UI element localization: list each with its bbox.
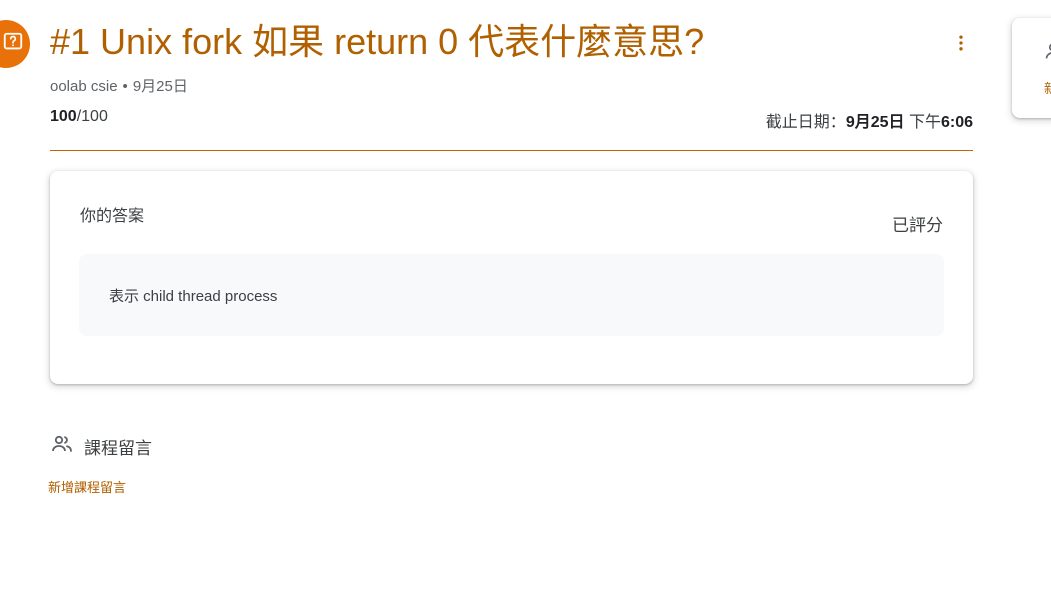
author-name: oolab csie xyxy=(50,78,118,95)
more-options-button[interactable] xyxy=(944,28,978,62)
due-label: 截止日期： xyxy=(765,114,846,131)
points-earned: 100 xyxy=(50,108,77,125)
meta-separator: • xyxy=(122,78,128,95)
more-vert-icon xyxy=(951,33,971,58)
assignment-page: #1 Unix fork 如果 return 0 代表什麼意思? oolab c… xyxy=(0,0,1051,616)
add-private-comment-link[interactable]: 新 xyxy=(1044,78,1051,97)
posted-date: 9月25日 xyxy=(132,78,188,95)
answer-text: 表示 child thread process xyxy=(109,288,278,305)
question-icon xyxy=(0,31,24,58)
due-time: 6:06 xyxy=(940,114,973,131)
question-type-avatar xyxy=(0,20,30,68)
class-comments-header: 課程留言 xyxy=(50,432,152,461)
due-date-display: 截止日期：9月25日 下午6:06 xyxy=(766,108,973,132)
header-divider xyxy=(50,150,973,151)
answer-box: 表示 child thread process xyxy=(79,254,944,336)
points-display: 100/100 xyxy=(50,108,108,126)
person-icon xyxy=(1042,40,1051,67)
due-date: 9月25日 xyxy=(845,114,905,131)
due-time-prefix: 下午 xyxy=(904,114,941,131)
class-comments-title: 課程留言 xyxy=(84,439,152,458)
private-comments-card: 新 xyxy=(1012,18,1051,118)
assignment-title: #1 Unix fork 如果 return 0 代表什麼意思? xyxy=(50,21,705,62)
your-answer-card: 你的答案 已評分 表示 child thread process xyxy=(50,171,973,384)
your-answer-heading: 你的答案 xyxy=(80,208,145,225)
grading-status: 已評分 xyxy=(892,216,943,235)
assignment-meta: oolab csie • 9月25日 xyxy=(50,75,188,96)
add-class-comment-link[interactable]: 新增課程留言 xyxy=(48,477,126,496)
points-total: /100 xyxy=(76,108,108,125)
people-icon xyxy=(50,432,74,461)
